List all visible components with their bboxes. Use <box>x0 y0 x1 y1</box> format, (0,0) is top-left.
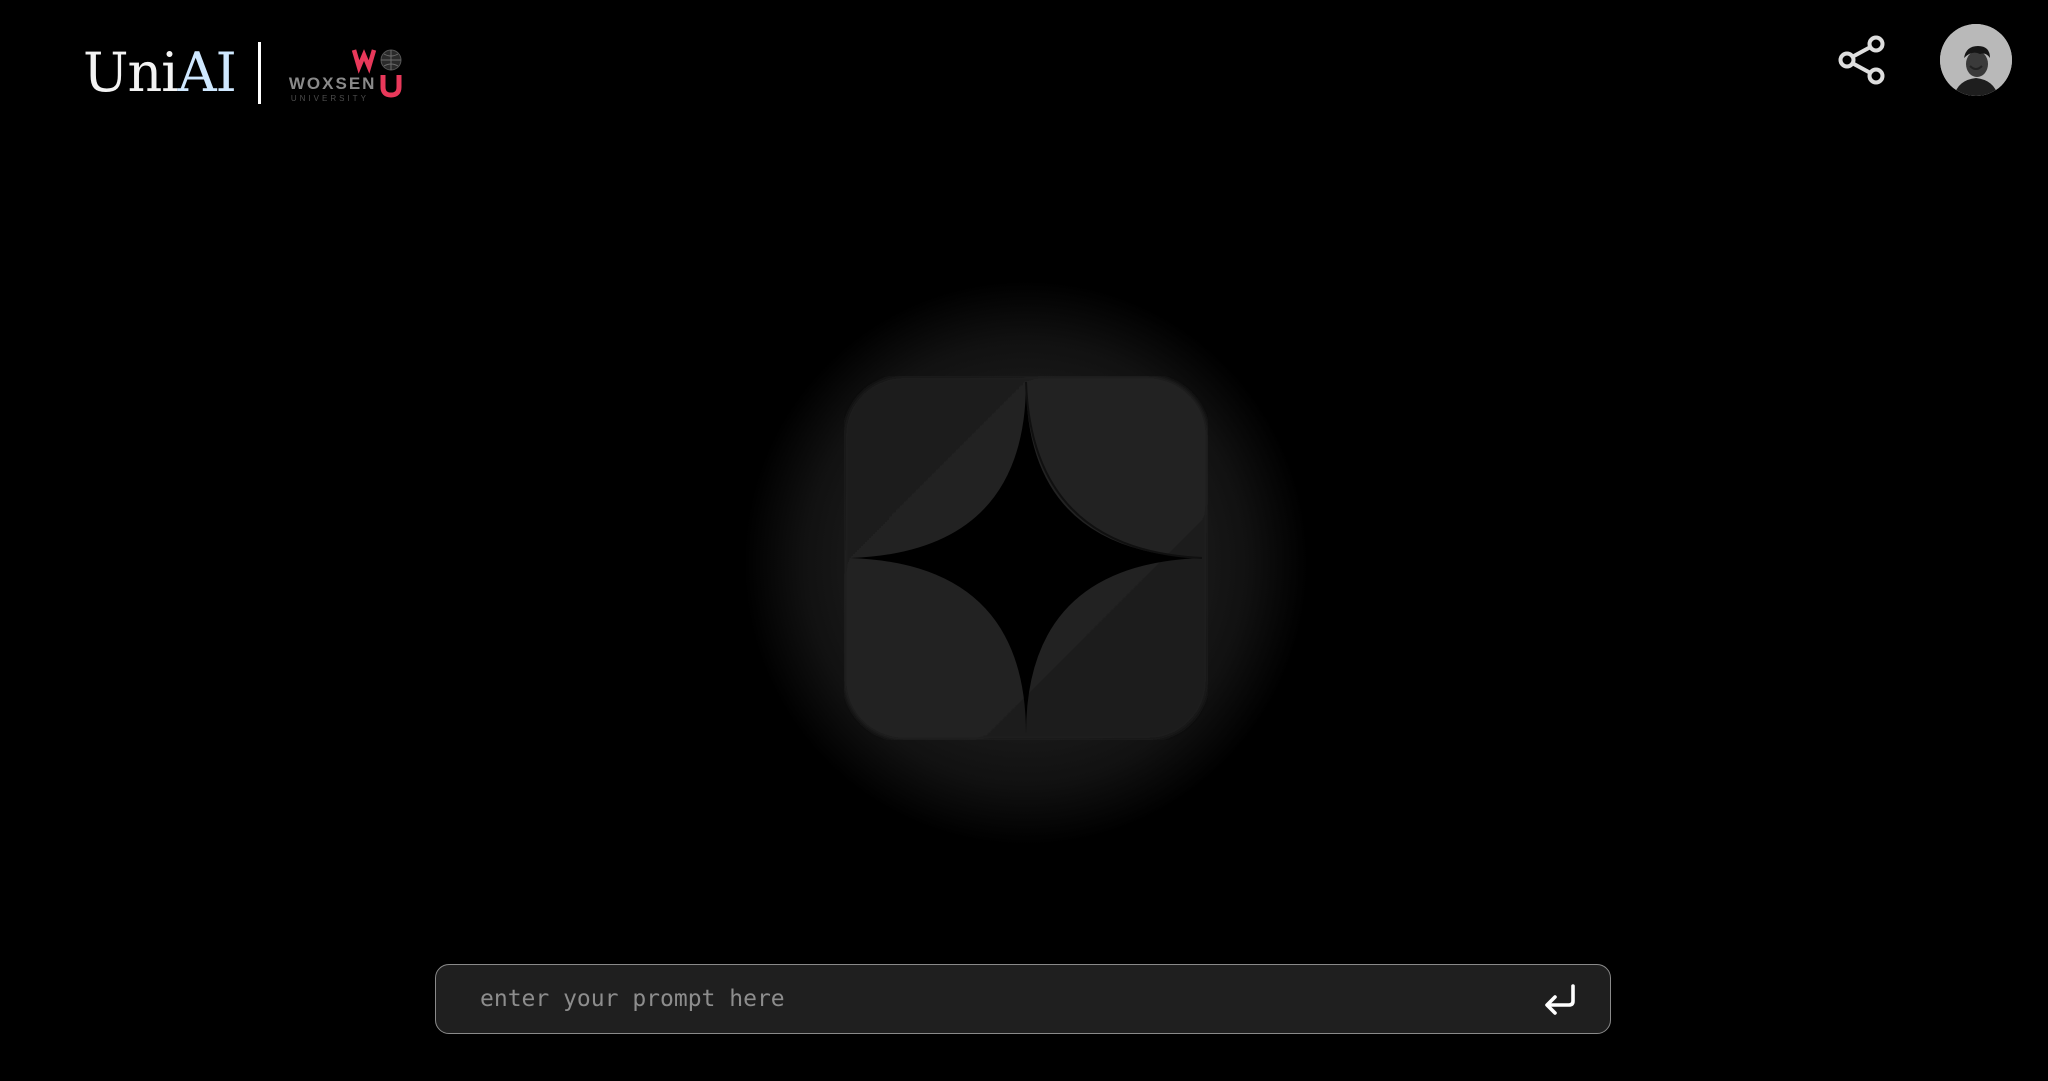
user-avatar[interactable] <box>1940 24 2012 96</box>
prompt-bar <box>435 964 1611 1034</box>
share-button[interactable] <box>1832 30 1892 90</box>
sparkle-icon <box>844 376 1208 740</box>
header-actions <box>1832 24 2012 96</box>
logo-text-ai: AI <box>177 41 237 104</box>
uniai-logo[interactable]: Uni AI <box>83 41 237 104</box>
prompt-input[interactable] <box>436 965 1530 1033</box>
brand-logos: Uni AI WOXSEN UNIVERSITY <box>83 36 414 110</box>
partner-subtitle: UNIVERSITY <box>290 94 369 103</box>
enter-return-icon <box>1545 984 1575 1015</box>
logo-text-uni: Uni <box>83 41 179 104</box>
logo-divider <box>257 42 261 104</box>
avatar-icon <box>1940 24 2012 96</box>
partner-name: WOXSEN <box>288 74 377 93</box>
woxsen-university-logo: WOXSEN UNIVERSITY <box>289 43 414 103</box>
share-icon <box>1838 35 1885 85</box>
top-bar: Uni AI WOXSEN UNIVERSITY <box>0 0 2048 130</box>
submit-button[interactable] <box>1530 969 1590 1029</box>
